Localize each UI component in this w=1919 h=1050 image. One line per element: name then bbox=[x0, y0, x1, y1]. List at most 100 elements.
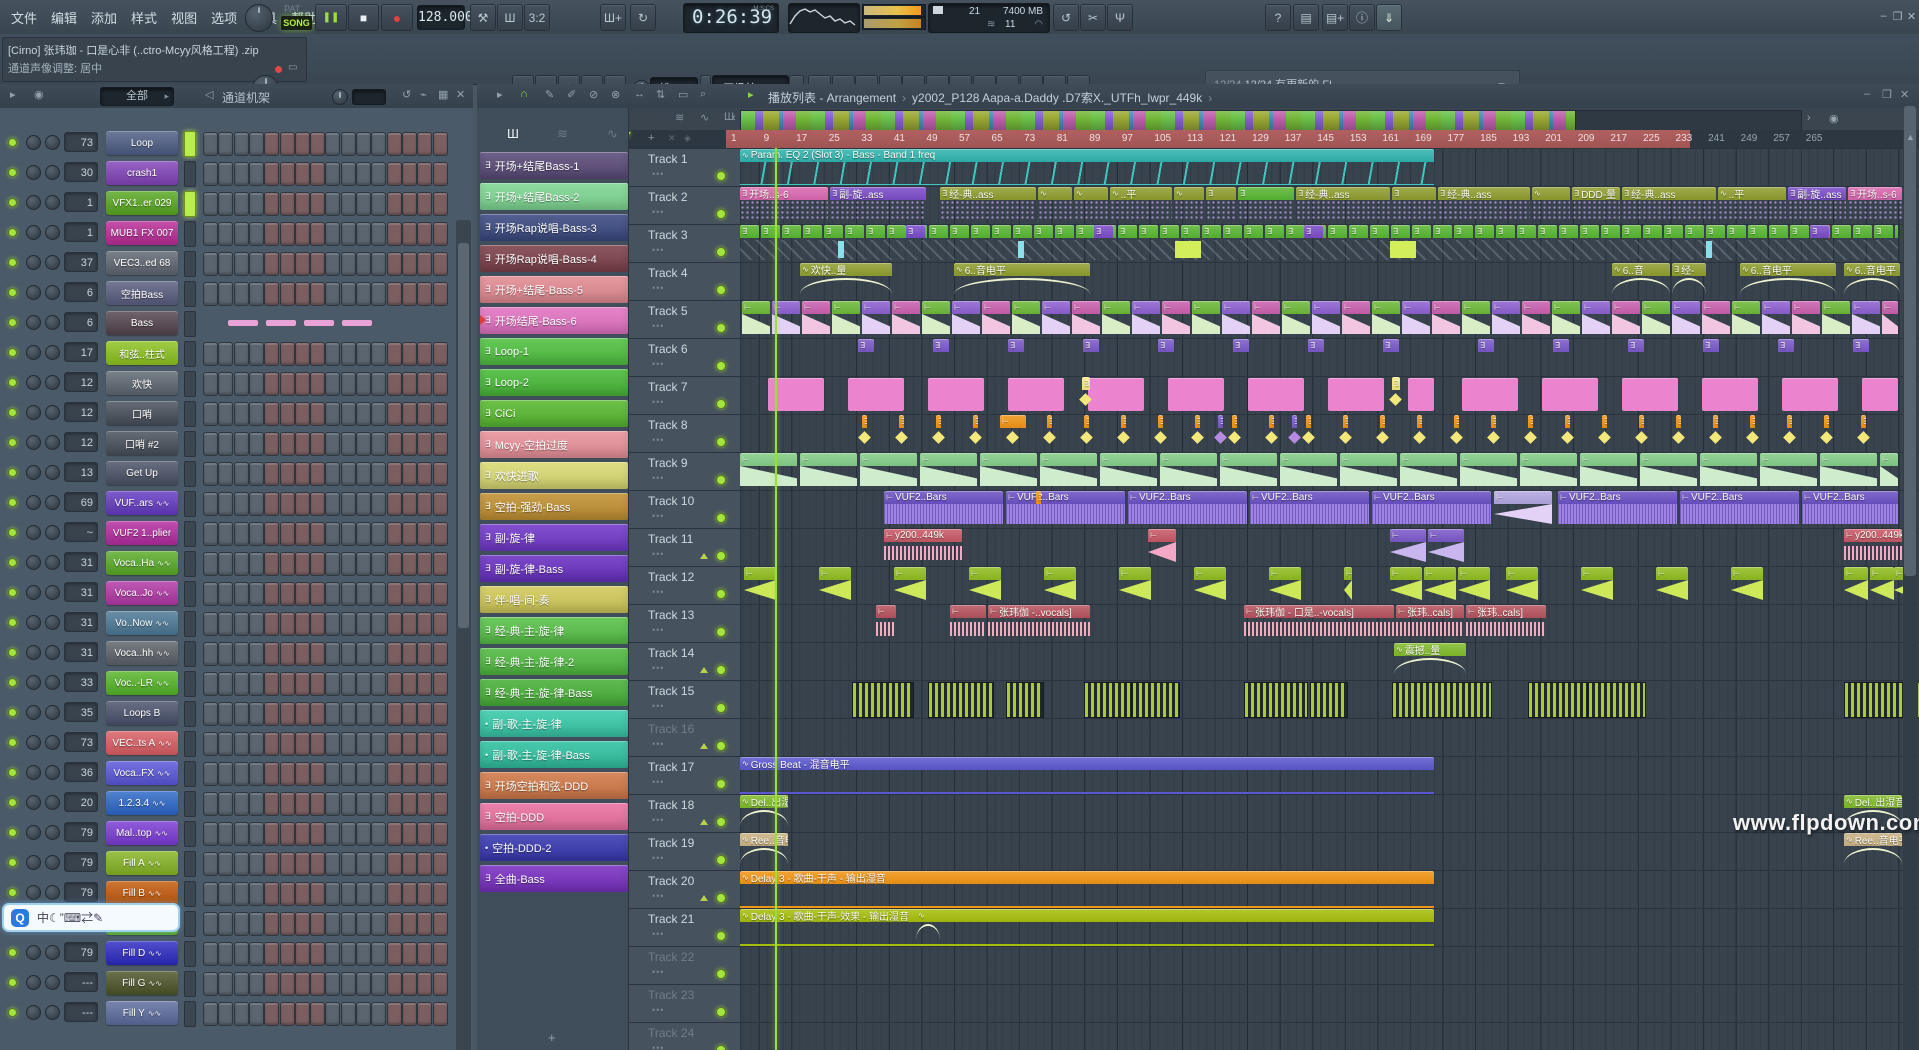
channel-volume-knob[interactable] bbox=[26, 945, 41, 960]
track-mute-led[interactable] bbox=[716, 931, 726, 941]
channel-target-number[interactable]: 6 bbox=[64, 282, 98, 302]
channel-mute-led[interactable] bbox=[8, 558, 17, 567]
step-cell[interactable] bbox=[387, 792, 402, 816]
playlist-clip[interactable]: ⊢ bbox=[1522, 301, 1550, 338]
playlist-clip[interactable]: ⊢ bbox=[1269, 567, 1301, 604]
channel-pan-knob[interactable] bbox=[45, 255, 60, 270]
playlist-clip[interactable]: ⊢ bbox=[1672, 301, 1700, 338]
playlist-clip-DDD-量[interactable]: ∃DDD-量 bbox=[1572, 187, 1620, 224]
step-cell[interactable] bbox=[249, 672, 264, 696]
playlist-clip[interactable]: ∃ bbox=[1349, 225, 1368, 262]
step-cell[interactable] bbox=[356, 852, 371, 876]
step-cell[interactable] bbox=[325, 762, 340, 786]
step-cell[interactable] bbox=[417, 702, 432, 726]
overview-reset-icon[interactable]: ◉ bbox=[1829, 112, 1839, 125]
step-cell[interactable] bbox=[356, 282, 371, 306]
step-cell[interactable] bbox=[203, 882, 218, 906]
playlist-clip[interactable] bbox=[928, 682, 994, 718]
playlist-clip[interactable]: ∃ bbox=[1676, 415, 1681, 452]
track-name-7[interactable]: Track 7 bbox=[648, 380, 688, 394]
channel-button-VUF..ars[interactable]: VUF..ars∿∿ bbox=[106, 491, 178, 515]
playlist-clip[interactable]: ⊢ bbox=[862, 301, 890, 338]
step-cell[interactable] bbox=[264, 822, 279, 846]
channel-target-number[interactable]: 36 bbox=[64, 762, 98, 782]
track-mute-led[interactable] bbox=[716, 209, 726, 219]
playlist-clip-VUF2..Bars[interactable]: ⊢VUF2..Bars bbox=[1558, 491, 1677, 528]
step-cell[interactable] bbox=[218, 702, 233, 726]
playlist-clip[interactable]: ∃ bbox=[1036, 491, 1041, 528]
step-cell[interactable] bbox=[402, 612, 417, 636]
step-cell[interactable] bbox=[280, 1002, 295, 1026]
step-cell[interactable] bbox=[402, 492, 417, 516]
step-cell[interactable] bbox=[341, 432, 356, 456]
playlist-clip[interactable]: ⊢ bbox=[1194, 567, 1226, 604]
step-cell[interactable] bbox=[218, 642, 233, 666]
playlist-clip[interactable]: ∃ bbox=[761, 225, 780, 262]
step-cell[interactable] bbox=[371, 252, 386, 276]
playlist-clip[interactable]: ∃ bbox=[1538, 225, 1557, 262]
step-cell[interactable] bbox=[295, 1002, 310, 1026]
step-cell[interactable] bbox=[264, 942, 279, 966]
step-cell[interactable] bbox=[356, 552, 371, 576]
playlist-clip[interactable]: ⊢ bbox=[744, 567, 776, 604]
playlist-clip-经-[interactable]: ∃经- bbox=[1672, 263, 1706, 300]
channel-mute-led[interactable] bbox=[8, 198, 17, 207]
slip-tool-icon[interactable]: ↔ bbox=[634, 88, 645, 100]
step-cell[interactable] bbox=[402, 252, 417, 276]
channel-pan-knob[interactable] bbox=[45, 855, 60, 870]
channel-volume-knob[interactable] bbox=[26, 345, 41, 360]
channel-selector[interactable] bbox=[184, 1001, 196, 1027]
step-cell[interactable] bbox=[310, 252, 325, 276]
step-cell[interactable] bbox=[203, 552, 218, 576]
channel-mute-led[interactable] bbox=[8, 888, 17, 897]
step-cell[interactable] bbox=[387, 852, 402, 876]
step-cell[interactable] bbox=[356, 342, 371, 366]
playlist-clip[interactable]: ∃ bbox=[858, 339, 874, 376]
channel-selector[interactable] bbox=[184, 971, 196, 997]
channel-mute-led[interactable] bbox=[8, 468, 17, 477]
playlist-clip[interactable]: ∃ bbox=[1244, 225, 1263, 262]
step-cell[interactable] bbox=[325, 972, 340, 996]
track-options-dots[interactable]: ••• bbox=[652, 511, 664, 521]
step-cell[interactable] bbox=[203, 402, 218, 426]
track-options-dots[interactable]: ••• bbox=[652, 929, 664, 939]
channel-button-Mal..top[interactable]: Mal..top∿∿ bbox=[106, 821, 178, 845]
channel-volume-knob[interactable] bbox=[26, 585, 41, 600]
step-cell[interactable] bbox=[433, 462, 448, 486]
step-cell[interactable] bbox=[356, 732, 371, 756]
step-cell[interactable] bbox=[218, 132, 233, 156]
step-cell[interactable] bbox=[234, 582, 249, 606]
playlist-clip[interactable] bbox=[1782, 378, 1838, 411]
step-cell[interactable] bbox=[325, 372, 340, 396]
playlist-clip[interactable]: ∃ bbox=[1417, 415, 1422, 452]
song-mode-label[interactable]: SONG bbox=[281, 16, 312, 30]
step-cell[interactable] bbox=[264, 672, 279, 696]
record-button[interactable]: ● bbox=[381, 4, 413, 31]
menu-item-选项[interactable]: 选项 bbox=[204, 8, 244, 27]
playlist-clip[interactable]: ∃ bbox=[1601, 225, 1620, 262]
step-cell[interactable] bbox=[249, 912, 264, 936]
pat-label[interactable]: PAT bbox=[284, 4, 300, 14]
step-cell[interactable] bbox=[417, 132, 432, 156]
step-cell[interactable] bbox=[264, 732, 279, 756]
channel-mute-led[interactable] bbox=[8, 588, 17, 597]
step-cell[interactable] bbox=[234, 132, 249, 156]
step-cell[interactable] bbox=[356, 792, 371, 816]
playlist-clip[interactable]: ∃ bbox=[929, 225, 948, 262]
step-cell[interactable] bbox=[203, 912, 218, 936]
playlist-clip[interactable]: ⊢ bbox=[1852, 301, 1880, 338]
step-cell[interactable] bbox=[387, 192, 402, 216]
playlist-clip-开场..s-6[interactable]: ∃开场..s-6 bbox=[1848, 187, 1902, 224]
step-cell[interactable] bbox=[249, 732, 264, 756]
playlist-clip[interactable]: ∃ bbox=[1047, 415, 1052, 452]
step-cell[interactable] bbox=[249, 1002, 264, 1026]
playlist-clip[interactable]: ∃ bbox=[1304, 225, 1323, 262]
playlist-track-row-19[interactable]: Track 19••• bbox=[628, 832, 1919, 870]
step-cell[interactable] bbox=[417, 582, 432, 606]
step-cell[interactable] bbox=[371, 372, 386, 396]
step-cell[interactable] bbox=[387, 972, 402, 996]
step-cell[interactable] bbox=[433, 252, 448, 276]
step-cell[interactable] bbox=[371, 762, 386, 786]
channel-target-number[interactable]: 31 bbox=[64, 552, 98, 572]
playlist-clip-张玮伽 - 口是..-vocals][interactable]: ⊢张玮伽 - 口是..-vocals] bbox=[1244, 605, 1394, 642]
